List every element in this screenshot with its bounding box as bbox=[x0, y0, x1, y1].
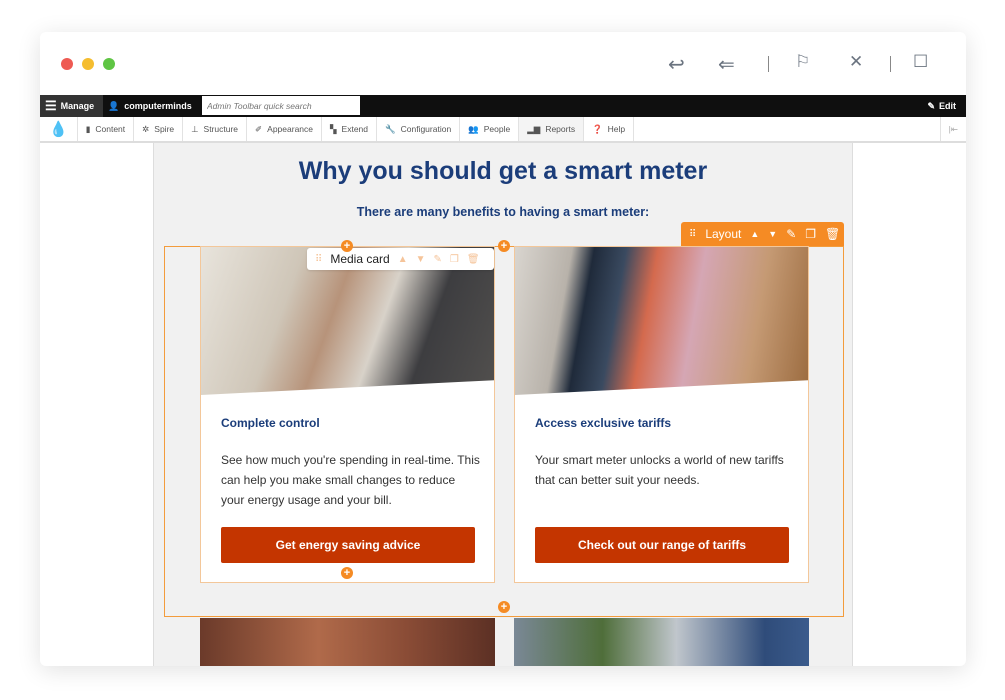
move-down-icon[interactable]: ▼ bbox=[416, 254, 426, 265]
page-title: Why you should get a smart meter bbox=[298, 157, 708, 185]
card-body: Your smart meter unlocks a world of new … bbox=[535, 453, 784, 487]
card-image bbox=[514, 618, 809, 666]
appearance-icon: ✐ bbox=[255, 123, 263, 134]
configuration-icon: 🔧 bbox=[385, 123, 396, 134]
delete-icon[interactable]: 🗑 bbox=[825, 227, 840, 241]
app-window: ↩ ⇐ ⚐ ✕ ☐ ☰Manage 👤 computerminds ✎ Edit 💧… bbox=[40, 32, 966, 666]
spire-icon: ✲ bbox=[142, 123, 150, 134]
tray-label: People bbox=[483, 124, 511, 134]
tray-label: Structure bbox=[203, 124, 239, 134]
media-card: Complete control See how much you're spe… bbox=[200, 246, 495, 583]
card-title: Access exclusive tariffs bbox=[535, 416, 672, 430]
tariffs-button[interactable]: Check out our range of tariffs bbox=[535, 527, 789, 563]
add-block-icon[interactable]: + bbox=[341, 240, 353, 252]
toolbar-search-input[interactable] bbox=[202, 96, 360, 115]
people-icon: 👥 bbox=[468, 123, 479, 134]
media-card-label: Media card bbox=[330, 252, 390, 266]
tray-item-extend[interactable]: ▚ Extend bbox=[322, 117, 378, 141]
layout-label: Layout bbox=[705, 227, 742, 241]
tray-label: Reports bbox=[545, 124, 576, 134]
manage-label: Manage bbox=[60, 101, 95, 111]
drag-handle-icon[interactable]: ⠿ bbox=[689, 229, 696, 240]
page-subtitle: There are many benefits to having a smar… bbox=[356, 205, 650, 219]
content-icon: ▮ bbox=[85, 123, 91, 134]
maximize-window-button[interactable] bbox=[103, 58, 115, 70]
user-menu[interactable]: 👤 computerminds bbox=[108, 95, 192, 117]
tray-item-reports[interactable]: ▂▆ Reports bbox=[519, 117, 585, 141]
extend-icon: ▚ bbox=[330, 123, 337, 134]
add-section-icon[interactable]: + bbox=[498, 601, 510, 613]
pencil-icon: ✎ bbox=[927, 100, 935, 111]
tray-item-people[interactable]: 👥 People bbox=[460, 117, 520, 141]
manage-button[interactable]: ☰ Manage bbox=[40, 95, 103, 117]
duplicate-icon[interactable]: ❐ bbox=[805, 227, 816, 241]
add-block-icon[interactable]: + bbox=[341, 567, 353, 579]
tray-label: Configuration bbox=[400, 124, 452, 134]
tray-item-appearance[interactable]: ✐ Appearance bbox=[247, 117, 322, 141]
structure-icon: ⊥ bbox=[191, 123, 199, 134]
page-content: Why you should get a smart meter There a… bbox=[153, 143, 853, 666]
energy-advice-button[interactable]: Get energy saving advice bbox=[221, 527, 475, 563]
drupal-icon: 💧 bbox=[49, 121, 68, 138]
edit-icon[interactable]: ✎ bbox=[786, 227, 796, 241]
duplicate-icon[interactable]: ❐ bbox=[450, 254, 459, 265]
edit-icon[interactable]: ✎ bbox=[434, 254, 442, 265]
media-card-toolbar: ⠿ Media card ▲ ▼ ✎ ❐ 🗑 bbox=[307, 248, 494, 270]
tray-orientation-toggle[interactable]: |⇤ bbox=[939, 117, 966, 141]
flag-icon[interactable]: ⚐ bbox=[795, 52, 810, 72]
move-up-icon[interactable]: ▲ bbox=[398, 254, 408, 265]
tray-item-content[interactable]: ▮ Content bbox=[78, 117, 135, 141]
minimize-window-button[interactable] bbox=[82, 58, 94, 70]
card-image bbox=[515, 247, 808, 395]
edit-button[interactable]: ✎ Edit bbox=[927, 95, 956, 117]
card-body: See how much you're spending in real-tim… bbox=[221, 453, 480, 507]
tray-label: Extend bbox=[341, 124, 369, 134]
user-name: computerminds bbox=[124, 101, 192, 111]
media-card: Access exclusive tariffs Your smart mete… bbox=[514, 246, 809, 583]
layout-toolbar: ⠿ Layout ▲ ▼ ✎ ❐ 🗑 bbox=[681, 222, 844, 246]
reports-icon: ▂▆ bbox=[527, 123, 541, 134]
divider bbox=[768, 56, 769, 72]
title-bar: ↩ ⇐ ⚐ ✕ ☐ bbox=[40, 32, 966, 95]
tray-label: Help bbox=[607, 124, 626, 134]
edit-label: Edit bbox=[939, 101, 956, 111]
tray-item-help[interactable]: ❓ Help bbox=[584, 117, 635, 141]
admin-toolbar: ☰Manage 👤 computerminds ✎ Edit bbox=[40, 95, 966, 117]
help-icon: ❓ bbox=[592, 123, 603, 134]
move-up-icon[interactable]: ▲ bbox=[750, 229, 759, 239]
card-image bbox=[200, 618, 495, 666]
tray-item-configuration[interactable]: 🔧 Configuration bbox=[377, 117, 461, 141]
user-icon: 👤 bbox=[108, 100, 120, 111]
reply-all-icon[interactable]: ⇐ bbox=[718, 52, 735, 77]
tray-item-structure[interactable]: ⊥ Structure bbox=[183, 117, 248, 141]
add-block-icon[interactable]: + bbox=[498, 240, 510, 252]
collapse-icon: |⇤ bbox=[948, 123, 958, 134]
drag-handle-icon[interactable]: ⠿ bbox=[315, 254, 322, 265]
compose-icon[interactable]: ☐ bbox=[913, 52, 928, 72]
move-down-icon[interactable]: ▼ bbox=[768, 229, 777, 239]
card-title: Complete control bbox=[221, 416, 320, 430]
reply-icon[interactable]: ↩ bbox=[668, 52, 685, 77]
tray-label: Spire bbox=[154, 124, 175, 134]
menu-icon: ☰ bbox=[45, 98, 57, 113]
drupal-logo[interactable]: 💧 bbox=[40, 117, 78, 141]
delete-icon[interactable]: 🗑 bbox=[467, 254, 480, 265]
tray-label: Content bbox=[95, 124, 126, 134]
close-window-button[interactable] bbox=[61, 58, 73, 70]
divider bbox=[890, 56, 891, 72]
close-icon[interactable]: ✕ bbox=[849, 52, 863, 72]
admin-tray: 💧 ▮ Content ✲ Spire ⊥ Structure ✐ Appearance… bbox=[40, 117, 966, 143]
tray-label: Appearance bbox=[267, 124, 313, 134]
tray-item-spire[interactable]: ✲ Spire bbox=[134, 117, 184, 141]
